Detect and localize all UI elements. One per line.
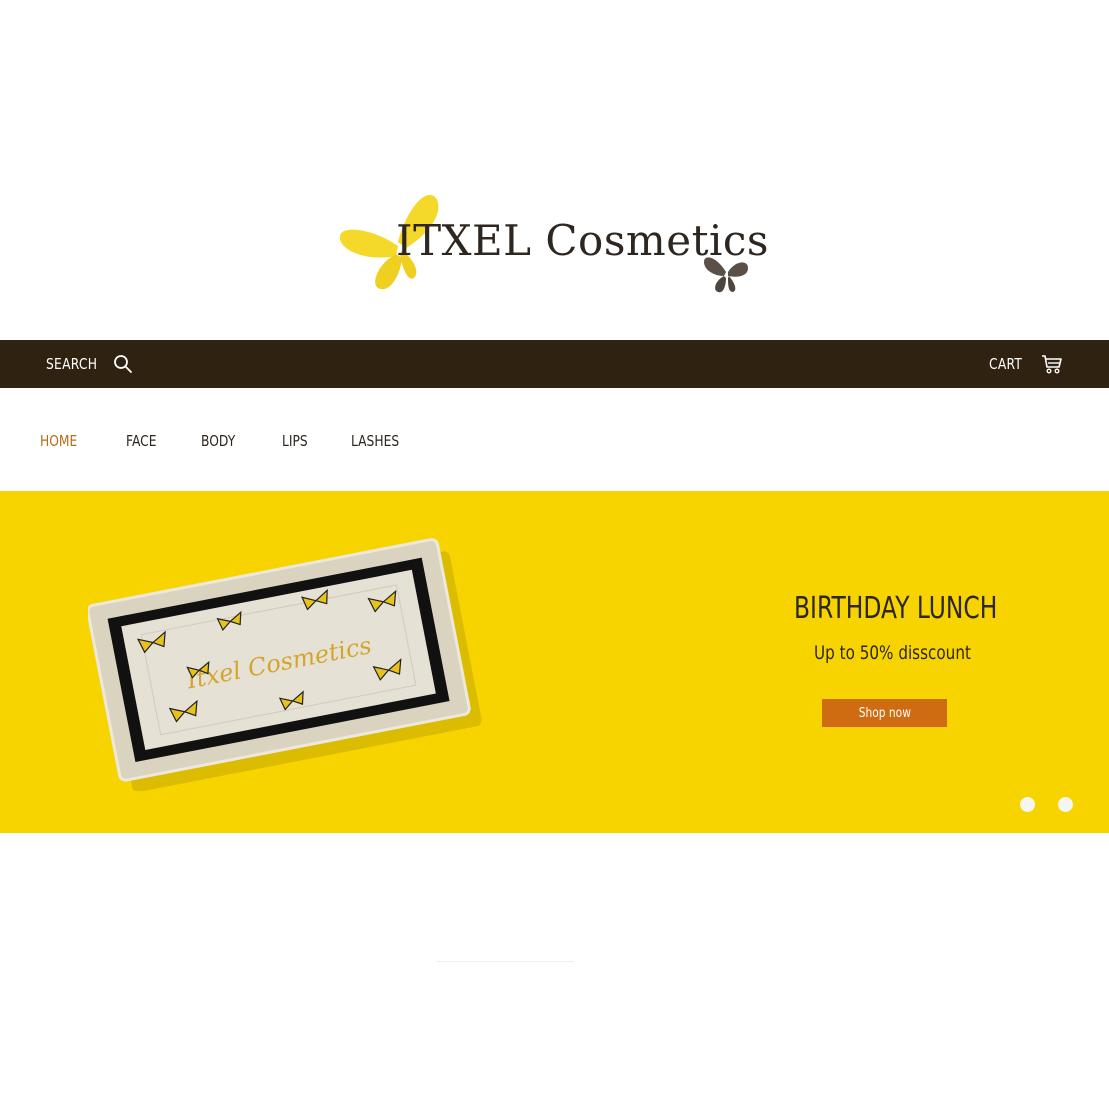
nav-item-home[interactable]: HOME — [40, 432, 77, 450]
divider — [436, 961, 574, 962]
gray-butterfly-icon — [704, 257, 748, 293]
carousel-dot-1[interactable] — [1020, 797, 1035, 812]
hero-title: BIRTHDAY LUNCH — [794, 591, 998, 626]
nav-item-body[interactable]: BODY — [201, 432, 235, 450]
search-label: SEARCH — [46, 355, 98, 373]
cart-icon — [1042, 355, 1062, 374]
nav-item-lashes[interactable]: LASHES — [351, 432, 399, 450]
hero-banner: Itxel Cosmetics BIRTHDAY LUNCH Up to 50%… — [0, 491, 1109, 833]
carousel-dot-2[interactable] — [1058, 797, 1073, 812]
brand-logo[interactable]: ITXEL Cosmetics — [336, 190, 768, 302]
top-bar: SEARCH CART — [0, 340, 1109, 388]
hero-subtitle: Up to 50% disscount — [814, 642, 971, 664]
nav-item-face[interactable]: FACE — [126, 432, 157, 450]
product-image: Itxel Cosmetics — [88, 538, 482, 791]
cart-label: CART — [988, 355, 1022, 373]
main-nav: HOME FACE BODY LIPS LASHES — [0, 390, 1109, 490]
search-button[interactable]: SEARCH — [46, 340, 133, 388]
cart-button[interactable]: CART — [989, 340, 1063, 388]
search-icon — [113, 355, 132, 373]
shop-now-button[interactable]: Shop now — [822, 699, 947, 727]
nav-item-lips[interactable]: LIPS — [282, 432, 308, 450]
shop-now-label: Shop now — [858, 705, 911, 721]
